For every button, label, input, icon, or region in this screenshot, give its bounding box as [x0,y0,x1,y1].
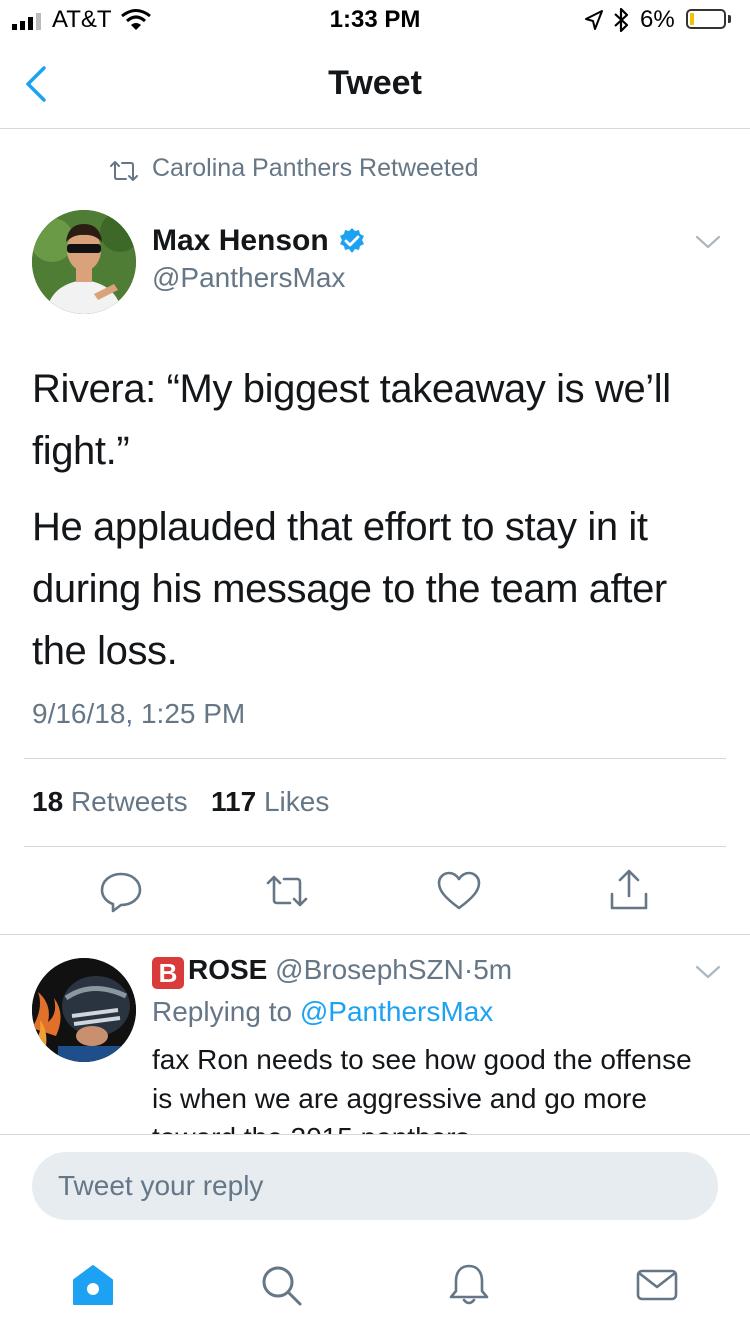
retweet-count: 18 [32,786,64,817]
location-arrow-icon [585,10,603,30]
author-name[interactable]: Max Henson [152,224,329,258]
battery-percent: 6% [640,6,675,33]
chevron-down-icon[interactable] [694,232,722,252]
tweet-paragraph: He applauded that effort to stay in it d… [32,505,667,673]
reply-button[interactable] [96,866,146,916]
tweet-text: Rivera: “My biggest takeaway is we’ll fi… [32,358,722,696]
comment-icon [100,872,142,913]
tab-search[interactable] [256,1260,306,1310]
verified-badge-icon [340,228,364,253]
author-avatar[interactable] [32,210,136,314]
dot-separator: · [463,954,474,985]
tab-home[interactable] [68,1260,118,1310]
reply-author-name[interactable]: ROSE [188,954,267,985]
bell-icon [449,1264,489,1305]
heart-icon [437,871,481,910]
retweets-stat[interactable]: 18 Retweets [32,786,188,817]
status-bar: AT&T 1:33 PM 6% [0,0,750,40]
nav-divider [0,128,750,129]
tab-messages[interactable] [632,1260,682,1310]
bluetooth-icon [614,7,629,33]
author-handle[interactable]: @PanthersMax [152,262,345,294]
divider [24,846,726,847]
reply-age: 5m [473,954,513,985]
tweet-timestamp: 9/16/18, 1:25 PM [32,698,246,729]
divider [0,934,750,935]
divider [24,758,726,759]
share-button[interactable] [604,866,654,916]
like-count: 117 [211,786,257,817]
retweets-label: Retweets [70,786,188,817]
avatar-photo [32,210,136,314]
share-icon [610,869,648,910]
battery-icon [686,9,726,29]
clock: 1:33 PM [329,6,421,33]
replying-to-prefix: Replying to [152,996,293,1027]
envelope-icon [636,1269,678,1301]
likes-stat[interactable]: 117 Likes [211,786,329,817]
reply-author-handle[interactable]: @BrosephSZN [275,954,464,985]
reply-text: fax Ron needs to see how good the offens… [152,1044,692,1134]
retweet-button[interactable] [262,866,312,916]
page-title: Tweet [328,64,422,102]
retweet-context-icon [110,161,138,181]
reply-header: B ROSE @BrosephSZN·5m [152,954,512,989]
reply-input[interactable] [32,1152,718,1220]
replying-to-handle-link[interactable]: @PanthersMax [300,996,493,1027]
b-button-emoji: B [152,957,184,989]
retweeted-by-label[interactable]: Carolina Panthers Retweeted [152,154,479,183]
retweet-icon [266,875,308,907]
home-icon [73,1265,113,1305]
likes-label: Likes [263,786,330,817]
battery-tip [728,15,731,23]
reply-avatar-photo [32,958,136,1062]
search-icon [262,1266,302,1306]
tab-notifications[interactable] [444,1260,494,1310]
chevron-down-icon[interactable] [694,962,722,982]
reply-avatar[interactable] [32,958,136,1062]
like-button[interactable] [434,866,484,916]
tweet-paragraph: Rivera: “My biggest takeaway is we’ll fi… [32,367,671,473]
engagement-stats: 18 Retweets 117 Likes [32,786,329,818]
replying-to-line: Replying to @PanthersMax [152,996,493,1028]
